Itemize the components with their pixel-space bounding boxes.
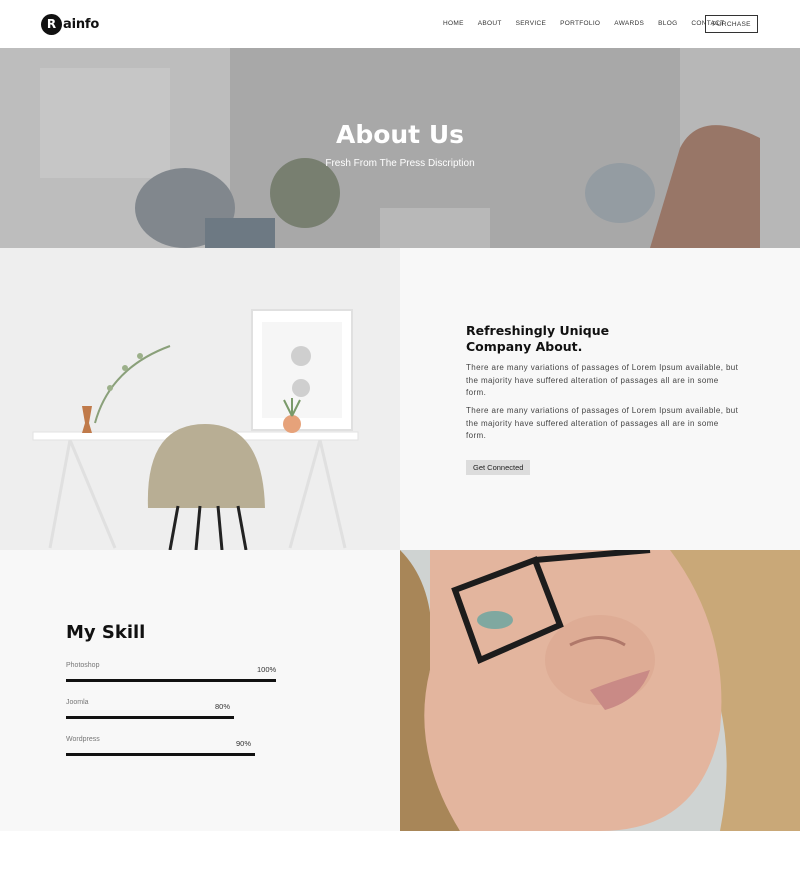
purchase-button[interactable]: PURCHASE — [705, 15, 758, 33]
about-heading-line1: Refreshingly Unique — [466, 323, 610, 338]
logo-text: ainfo — [63, 16, 100, 32]
skill-item: Joomla 80% — [66, 699, 276, 729]
skills-section: My Skill Photoshop 100% Joomla 80% Wordp… — [0, 550, 800, 831]
logo-mark: R — [41, 13, 62, 35]
skill-percent: 80% — [215, 702, 231, 711]
skill-bar — [66, 679, 276, 682]
nav-home[interactable]: HOME — [443, 19, 464, 29]
nav-blog[interactable]: BLOG — [658, 19, 677, 29]
about-paragraph-2: There are many variations of passages of… — [466, 406, 739, 440]
skill-bar — [66, 716, 234, 719]
skill-name: Joomla — [66, 699, 89, 706]
skills-panel: My Skill Photoshop 100% Joomla 80% Wordp… — [0, 550, 400, 831]
portrait-photo — [400, 550, 800, 831]
main-nav: HOME ABOUT SERVICE PORTFOLIO AWARDS BLOG… — [443, 19, 738, 29]
page-title: About Us — [335, 120, 465, 149]
get-connected-button[interactable]: Get Connected — [466, 460, 531, 475]
skill-name: Wordpress — [66, 736, 100, 743]
nav-about[interactable]: ABOUT — [478, 19, 502, 29]
nav-awards[interactable]: AWARDS — [614, 19, 644, 29]
nav-portfolio[interactable]: PORTFOLIO — [560, 19, 600, 29]
about-heading-line2: Company About. — [466, 339, 583, 354]
page-subtitle: Fresh From The Press Discription — [325, 158, 475, 169]
site-header: R ainfo HOME ABOUT SERVICE PORTFOLIO AWA… — [0, 0, 800, 48]
skill-percent: 90% — [236, 739, 252, 748]
skill-bar — [66, 753, 255, 756]
logo[interactable]: R ainfo — [41, 13, 99, 35]
nav-service[interactable]: SERVICE — [516, 19, 547, 29]
skill-item: Photoshop 100% — [66, 662, 276, 692]
skill-name: Photoshop — [66, 662, 100, 669]
about-section: Refreshingly Unique Company About. There… — [0, 248, 800, 550]
hero-banner: About Us Fresh From The Press Discriptio… — [0, 48, 800, 248]
skill-percent: 100% — [257, 665, 277, 674]
skill-item: Wordpress 90% — [66, 736, 276, 766]
about-heading: Refreshingly Unique Company About. — [466, 323, 686, 355]
portrait-illustration — [400, 550, 800, 831]
desk-illustration — [0, 248, 400, 550]
page-bottom-spacer — [0, 831, 800, 875]
about-paragraph-1: There are many variations of passages of… — [466, 363, 739, 397]
skills-title: My Skill — [66, 622, 146, 643]
about-text-panel: Refreshingly Unique Company About. There… — [400, 248, 800, 550]
desk-photo — [0, 248, 400, 550]
